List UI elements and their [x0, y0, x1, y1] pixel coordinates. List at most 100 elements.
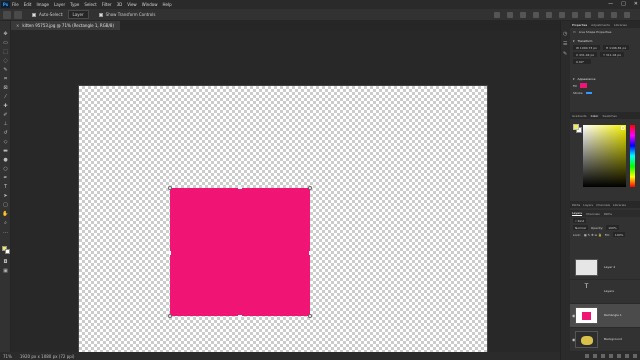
background-color-swatch[interactable] [5, 249, 10, 254]
auto-select-dropdown[interactable]: Layer [67, 10, 89, 19]
tab-channels-top[interactable]: Channels [596, 203, 610, 207]
menu-file[interactable]: File [12, 2, 19, 7]
tab-color[interactable]: Color [591, 114, 599, 118]
rectangle-tool-icon[interactable]: ▢ [2, 202, 9, 208]
color-picker-cursor[interactable] [621, 126, 625, 130]
minimize-button[interactable]: — [608, 1, 613, 7]
artboard-tool-icon[interactable]: ▭ [2, 40, 9, 46]
align-left-icon[interactable] [494, 12, 500, 18]
foreground-color-swatch[interactable] [573, 124, 579, 130]
pen-tool-icon[interactable]: ✒ [2, 175, 9, 181]
screen-mode-icon[interactable]: ▣ [2, 268, 9, 274]
search-icon[interactable] [598, 12, 604, 18]
add-mask-icon[interactable] [601, 354, 605, 358]
color-picker-field[interactable] [583, 125, 626, 187]
share-icon[interactable] [624, 12, 630, 18]
angle-field[interactable]: 0.00° [573, 59, 591, 64]
menu-layer[interactable]: Layer [54, 2, 65, 7]
move-tool-icon[interactable]: ✥ [2, 31, 9, 37]
blend-mode-dropdown[interactable]: Normal [573, 225, 588, 230]
new-group-icon[interactable] [617, 354, 621, 358]
transform-handle-right[interactable] [309, 251, 311, 255]
hand-tool-icon[interactable]: ✋ [2, 211, 9, 217]
tab-gradients[interactable]: Gradients [572, 114, 587, 118]
tab-layers-top[interactable]: Layers [583, 203, 593, 207]
transform-handle-bottom[interactable] [238, 315, 242, 317]
menu-3d[interactable]: 3D [117, 2, 123, 7]
photoshop-logo[interactable]: Ps [1, 1, 10, 8]
properties-panel-icon[interactable]: ☰ [563, 41, 569, 47]
align-middle-icon[interactable] [546, 12, 552, 18]
menu-window[interactable]: Window [142, 2, 158, 7]
workspace-icon[interactable] [611, 12, 617, 18]
dodge-tool-icon[interactable]: ○ [2, 166, 9, 172]
layer-row-rectangle-1[interactable]: ◉ Rectangle 1 [570, 304, 640, 328]
tab-paths[interactable]: Paths [604, 212, 612, 216]
hue-slider[interactable] [630, 125, 635, 187]
quick-mask-icon[interactable]: ◘ [2, 259, 9, 265]
quick-select-tool-icon[interactable]: ✎ [2, 67, 9, 73]
fill-color-swatch[interactable] [580, 83, 588, 88]
transform-handle-bottom-left[interactable] [168, 314, 172, 318]
lasso-tool-icon[interactable]: ◌ [2, 58, 9, 64]
brush-panel-icon[interactable]: ✎ [563, 51, 569, 57]
history-brush-icon[interactable]: ↺ [2, 130, 9, 136]
appearance-section-header[interactable]: ▾ Appearance [570, 75, 640, 82]
fx-icon[interactable] [593, 354, 597, 358]
eyedropper-tool-icon[interactable]: ⁄ [2, 94, 9, 100]
align-center-icon[interactable] [507, 12, 513, 18]
link-layers-icon[interactable] [585, 354, 589, 358]
menu-edit[interactable]: Edit [24, 2, 32, 7]
tab-layers[interactable]: Layers [572, 211, 582, 216]
kind-filter-dropdown[interactable]: ⌕ Kind [573, 218, 587, 223]
blur-tool-icon[interactable]: ● [2, 157, 9, 163]
eraser-tool-icon[interactable]: ◇ [2, 139, 9, 145]
transform-handle-top-left[interactable] [168, 186, 172, 190]
stroke-color-swatch[interactable] [585, 91, 592, 94]
tab-libraries-top[interactable]: Libraries [613, 203, 626, 207]
align-bottom-icon[interactable] [559, 12, 565, 18]
marquee-tool-icon[interactable]: ⬚ [2, 49, 9, 55]
gradient-tool-icon[interactable]: ▬ [2, 148, 9, 154]
type-tool-icon[interactable]: T [2, 184, 9, 190]
move-tool-icon[interactable] [14, 10, 22, 19]
trash-icon[interactable] [633, 354, 637, 358]
home-icon[interactable] [3, 10, 11, 19]
clone-stamp-icon[interactable]: ⊥ [2, 121, 9, 127]
zoom-level[interactable]: 71% [3, 354, 12, 359]
rectangle-shape[interactable] [170, 188, 310, 316]
frame-tool-icon[interactable]: ⊠ [2, 85, 9, 91]
layer-row-layers[interactable]: T Layers [570, 280, 640, 304]
maximize-button[interactable]: □ [621, 1, 626, 7]
menu-type[interactable]: Type [70, 2, 79, 7]
zoom-tool-icon[interactable]: ⌕ [2, 220, 9, 226]
tab-properties[interactable]: Properties [572, 23, 587, 27]
align-right-icon[interactable] [520, 12, 526, 18]
menu-filter[interactable]: Filter [102, 2, 112, 7]
tab-adjustments[interactable]: Adjustments [591, 23, 610, 27]
x-field[interactable]: X 431.04 px [573, 52, 598, 57]
layer-row-background[interactable]: ◉ Background [570, 328, 640, 352]
align-top-icon[interactable] [533, 12, 539, 18]
transform-handle-left[interactable] [169, 251, 171, 255]
transform-handle-bottom-right[interactable] [308, 314, 312, 318]
opacity-field[interactable]: 100% [606, 225, 619, 230]
menu-image[interactable]: Image [36, 2, 49, 7]
tab-paths-top[interactable]: Paths [572, 203, 580, 207]
menu-help[interactable]: Help [162, 2, 171, 7]
layer-row-layer-2[interactable]: Layer 2 [570, 256, 640, 280]
fill-field[interactable]: 100% [612, 232, 626, 237]
tab-swatches[interactable]: Swatches [602, 114, 616, 118]
menu-view[interactable]: View [127, 2, 137, 7]
new-layer-icon[interactable] [625, 354, 629, 358]
history-panel-icon[interactable]: ◷ [563, 31, 569, 37]
transform-section-header[interactable]: ▾ Transform [570, 37, 640, 44]
width-field[interactable]: W 1000.73 px [573, 45, 600, 50]
close-window-button[interactable]: ✕ [634, 1, 638, 7]
height-field[interactable]: H 1196.81 px [602, 45, 630, 50]
y-field[interactable]: Y 311.04 px [600, 52, 625, 57]
transform-handle-top-right[interactable] [308, 186, 312, 190]
tab-channels[interactable]: Channels [586, 212, 600, 216]
healing-brush-icon[interactable]: ✚ [2, 103, 9, 109]
adjustment-layer-icon[interactable] [609, 354, 613, 358]
